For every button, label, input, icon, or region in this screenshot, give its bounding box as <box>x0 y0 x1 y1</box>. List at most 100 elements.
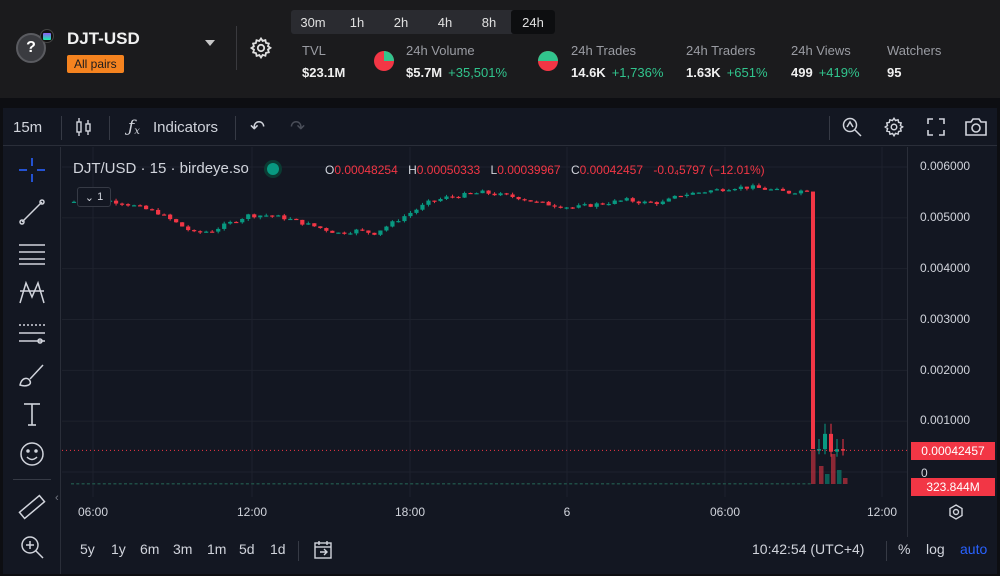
quick-search-icon[interactable] <box>841 116 863 138</box>
settings-icon[interactable] <box>883 116 905 138</box>
timeframe-24h[interactable]: 24h <box>511 10 555 34</box>
candle-body <box>288 218 293 221</box>
stat-views: 24h Views 499 +419% <box>791 43 860 80</box>
trend-line-icon[interactable] <box>16 197 48 227</box>
volume-bar <box>283 483 286 485</box>
collapse-toolbar-icon[interactable]: ‹ <box>55 492 59 504</box>
range-1m[interactable]: 1m <box>207 541 226 557</box>
auto-toggle[interactable]: auto <box>960 541 987 557</box>
volume-bar <box>542 483 546 485</box>
candle-body <box>588 204 593 207</box>
stat-change: +419% <box>818 65 860 80</box>
volume-label: 323.844M <box>911 478 995 496</box>
candle-body <box>829 433 833 452</box>
range-5y[interactable]: 5y <box>80 541 95 557</box>
volume-bar <box>304 483 308 485</box>
all-pairs-badge[interactable]: All pairs <box>67 55 124 73</box>
candle-body <box>462 192 467 198</box>
candle-body <box>606 203 611 206</box>
divider <box>886 541 887 561</box>
volume-bar <box>819 466 824 484</box>
candle-body <box>492 193 497 196</box>
volume-bar <box>420 483 424 485</box>
ruler-icon[interactable] <box>16 492 48 522</box>
clock[interactable]: 10:42:54 (UTC+4) <box>752 541 864 557</box>
volume-bar <box>336 483 339 485</box>
volume-bar <box>632 483 636 485</box>
indicators-button[interactable]: Indicators <box>153 108 218 146</box>
range-5d[interactable]: 5d <box>239 541 255 557</box>
log-toggle[interactable]: log <box>926 541 945 557</box>
stat-label: 24h Views <box>791 43 851 58</box>
volume-bar <box>843 478 848 484</box>
pattern-icon[interactable] <box>16 277 48 307</box>
volume-bar <box>76 483 80 485</box>
candle-body <box>798 190 804 194</box>
volume-bar <box>569 483 573 485</box>
volume-bar <box>574 483 578 485</box>
volume-bar <box>696 483 700 485</box>
fib-retracement-icon[interactable] <box>16 319 48 349</box>
volume-bar <box>320 483 324 485</box>
range-1y[interactable]: 1y <box>111 541 126 557</box>
volume-bar <box>161 483 165 485</box>
volume-bar <box>754 483 758 485</box>
emoji-icon[interactable] <box>16 439 48 469</box>
volume-bar <box>224 483 228 485</box>
candle-body <box>618 200 623 202</box>
scale-settings-icon[interactable] <box>947 503 965 521</box>
fx-icon[interactable]: ƒx <box>128 108 140 146</box>
range-1d[interactable]: 1d <box>270 541 286 557</box>
volume-bar <box>113 483 117 485</box>
timeframe-4h[interactable]: 4h <box>423 10 467 34</box>
candle-body <box>270 215 275 217</box>
percent-toggle[interactable]: % <box>898 541 910 557</box>
range-3m[interactable]: 3m <box>173 541 192 557</box>
text-tool-icon[interactable] <box>16 399 48 429</box>
go-to-date-icon[interactable] <box>312 539 334 561</box>
candle-body <box>624 198 629 201</box>
pair-name[interactable]: DJT-USD <box>67 29 140 49</box>
volume-bar <box>362 483 366 485</box>
price-tick: 0.002000 <box>920 363 971 377</box>
volume-bar <box>811 450 816 484</box>
legend-collapse-button[interactable]: ⌄ 1 <box>77 187 111 207</box>
candle-style-icon[interactable] <box>73 117 95 137</box>
volume-bar <box>831 454 836 484</box>
timeframe-30m[interactable]: 30m <box>291 10 335 34</box>
trades-pie-icon <box>538 51 558 71</box>
zoom-in-icon[interactable] <box>16 532 48 562</box>
crosshair-icon[interactable] <box>16 155 48 185</box>
timeframe-2h[interactable]: 2h <box>379 10 423 34</box>
time-tick: 12:00 <box>866 505 898 519</box>
candle-body <box>774 188 780 191</box>
solana-chain-icon <box>40 29 54 43</box>
candle-body <box>113 200 119 204</box>
candlestick-chart[interactable] <box>62 147 907 537</box>
timeframe-8h[interactable]: 8h <box>467 10 511 34</box>
candle-body <box>222 223 227 229</box>
candle-body <box>666 198 671 202</box>
brush-icon[interactable] <box>16 359 48 389</box>
price-tick: 0.003000 <box>920 312 971 326</box>
stat-label: 24h Traders <box>686 43 756 58</box>
redo-icon[interactable]: ↷ <box>290 108 305 146</box>
volume-bar <box>585 483 589 485</box>
candle-body <box>486 190 491 194</box>
timeframe-1h[interactable]: 1h <box>335 10 379 34</box>
interval-button[interactable]: 15m <box>13 108 42 146</box>
chevron-down-icon[interactable] <box>205 40 215 46</box>
gear-icon[interactable] <box>249 36 273 60</box>
horizontal-lines-icon[interactable] <box>16 237 48 267</box>
candle-body <box>408 212 413 217</box>
time-scale[interactable]: 06:00 12:00 18:00 6 06:00 12:00 <box>62 499 907 525</box>
fullscreen-icon[interactable] <box>926 117 946 137</box>
market-status-icon <box>266 162 279 175</box>
camera-icon[interactable] <box>964 117 988 137</box>
candle-body <box>228 221 233 224</box>
candle-body <box>672 195 677 199</box>
crash-candle <box>811 191 815 450</box>
volume-bar <box>495 483 498 485</box>
undo-icon[interactable]: ↶ <box>250 108 265 146</box>
range-6m[interactable]: 6m <box>140 541 159 557</box>
